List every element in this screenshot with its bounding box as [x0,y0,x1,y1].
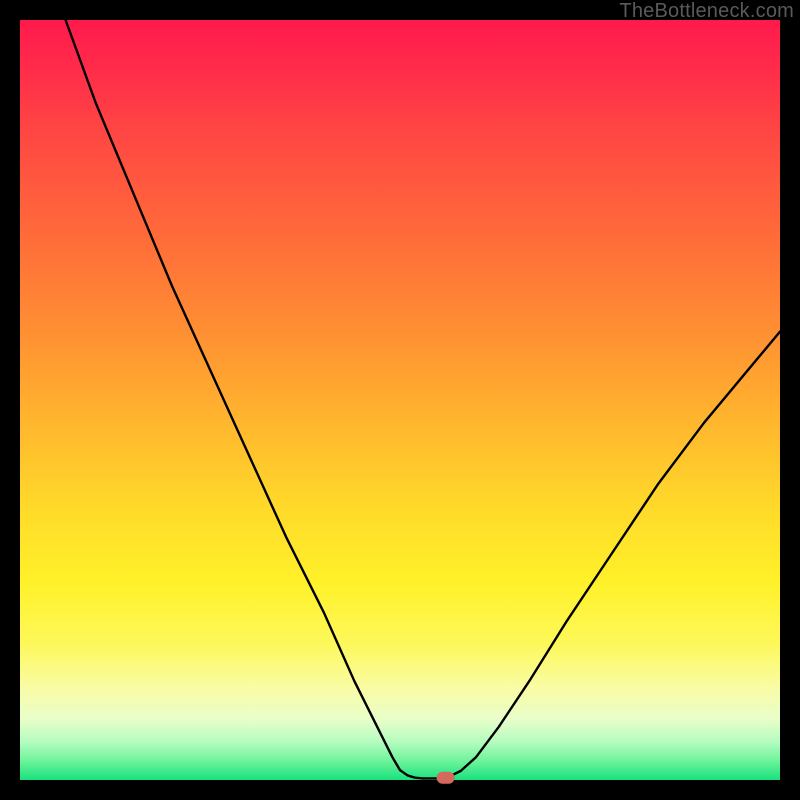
curve-layer [20,20,780,780]
watermark-label: TheBottleneck.com [619,0,794,23]
plot-area [20,20,780,780]
bottleneck-curve [66,20,780,778]
minimum-marker [437,772,455,784]
chart-stage: TheBottleneck.com [0,0,800,800]
